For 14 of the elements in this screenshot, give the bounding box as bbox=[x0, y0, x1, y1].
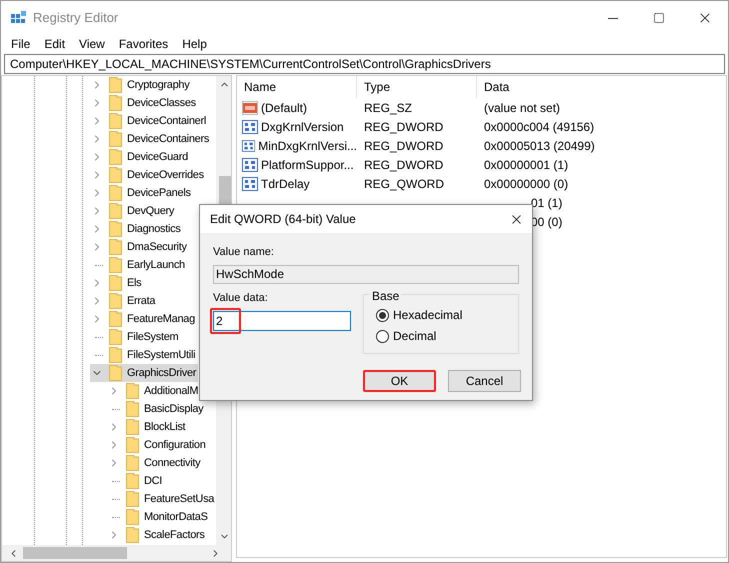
value-data: 0x00005013 (20499) bbox=[484, 138, 595, 152]
value-data: 0x0000c004 (49156) bbox=[484, 120, 594, 134]
dialog-title: Edit QWORD (64-bit) Value bbox=[210, 211, 356, 228]
value-data: (value not set) bbox=[484, 100, 560, 114]
value-type: REG_DWORD bbox=[364, 120, 444, 134]
window-title: Registry Editor bbox=[33, 9, 118, 28]
value-type: REG_QWORD bbox=[364, 176, 444, 190]
value-data: 0x00000001 (1) bbox=[484, 158, 568, 172]
value-type: REG_SZ bbox=[364, 100, 412, 114]
value-type: REG_DWORD bbox=[364, 138, 444, 152]
value-data: 0x00000000 (0) bbox=[484, 176, 568, 190]
value-name-label: Value name: bbox=[213, 245, 275, 260]
value-type: REG_DWORD bbox=[364, 158, 444, 172]
value-data-label: Value data: bbox=[213, 290, 269, 306]
